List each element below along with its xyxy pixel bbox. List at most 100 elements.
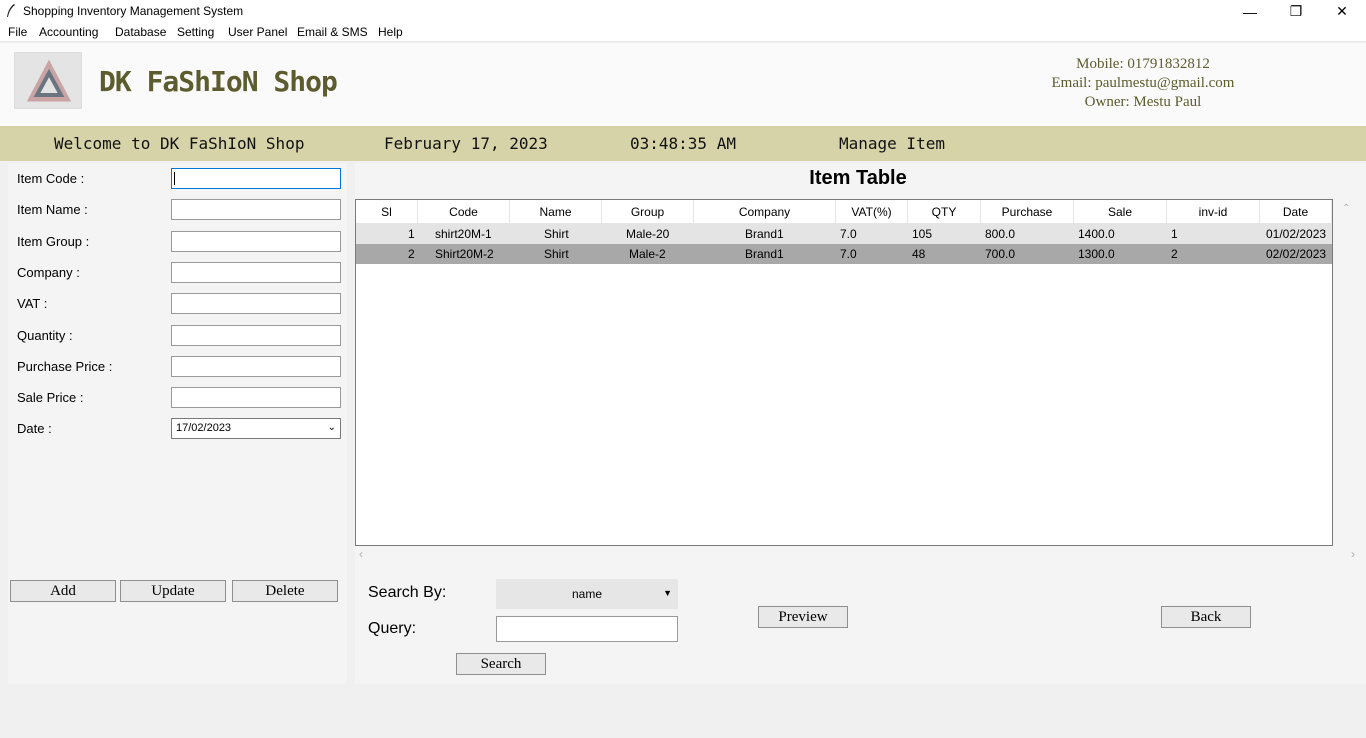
table-cell: Shirt xyxy=(544,227,569,241)
item-table[interactable]: Sl Code Name Group Company VAT(%) QTY Pu… xyxy=(355,199,1333,546)
purchase-price-label: Purchase Price : xyxy=(17,359,113,374)
search-button[interactable]: Search xyxy=(456,653,546,675)
date-picker[interactable]: 17/02/2023 ⌄ xyxy=(171,418,341,439)
company-label: Company : xyxy=(17,265,80,280)
table-cell: 01/02/2023 xyxy=(1266,227,1327,241)
query-label: Query: xyxy=(368,620,417,637)
title-bar: Shopping Inventory Management System — ❐… xyxy=(0,0,1366,23)
search-by-select[interactable]: name ▼ xyxy=(496,579,678,609)
table-cell: Shirt20M-2 xyxy=(435,247,494,261)
email-text: Email: paulmestu@gmail.com xyxy=(1051,75,1235,91)
vat-input[interactable] xyxy=(171,293,341,314)
window-title: Shopping Inventory Management System xyxy=(23,4,244,18)
owner-text: Owner: Mestu Paul xyxy=(1084,94,1202,110)
table-cell: Brand1 xyxy=(745,227,784,241)
dropdown-arrow-icon: ▼ xyxy=(663,588,672,598)
table-cell: 02/02/2023 xyxy=(1266,247,1327,261)
info-bar: Welcome to DK FaShIoN Shop February 17, … xyxy=(0,126,1366,161)
menu-database[interactable]: Database xyxy=(115,25,166,39)
back-button[interactable]: Back xyxy=(1161,606,1251,628)
mobile-text: Mobile: 01791832812 xyxy=(1076,56,1210,72)
restore-button[interactable]: ❐ xyxy=(1273,0,1319,23)
table-cell: shirt20M-1 xyxy=(435,227,492,241)
sale-price-input[interactable] xyxy=(171,387,341,408)
chevron-down-icon: ⌄ xyxy=(327,422,336,433)
column-header[interactable]: Sl xyxy=(356,200,418,224)
table-cell: 7.0 xyxy=(840,247,857,261)
table-cell: 2 xyxy=(1171,247,1178,261)
column-header[interactable]: QTY xyxy=(908,200,981,224)
update-button[interactable]: Update xyxy=(120,580,226,602)
purchase-price-input[interactable] xyxy=(171,356,341,377)
table-cell: 1300.0 xyxy=(1078,247,1115,261)
item-name-label: Item Name : xyxy=(17,202,88,217)
table-cell: 700.0 xyxy=(985,247,1016,261)
table-cell: 7.0 xyxy=(840,227,857,241)
horizontal-scrollbar[interactable]: ‹ › xyxy=(355,547,1361,561)
column-header[interactable]: Date xyxy=(1260,200,1332,224)
contact-info: Mobile: 01791832812 Email: paulmestu@gma… xyxy=(1013,55,1273,112)
triangle-logo-icon xyxy=(26,59,72,102)
menu-accounting[interactable]: Accounting xyxy=(39,25,98,39)
table-row[interactable]: 2 Shirt20M-2 Shirt Male-2 Brand1 7.0 48 … xyxy=(356,244,1332,264)
query-input[interactable] xyxy=(496,616,678,642)
table-cell: 48 xyxy=(912,247,926,261)
add-button[interactable]: Add xyxy=(10,580,116,602)
menu-file[interactable]: File xyxy=(8,25,27,39)
column-header[interactable]: Name xyxy=(510,200,602,224)
menu-help[interactable]: Help xyxy=(378,25,403,39)
table-cell: Male-20 xyxy=(626,227,670,241)
table-cell: 1400.0 xyxy=(1078,227,1115,241)
table-cell: 105 xyxy=(912,227,933,241)
table-cell: Brand1 xyxy=(745,247,784,261)
item-code-label: Item Code : xyxy=(17,171,85,186)
window-bottom-area xyxy=(0,684,1366,738)
item-group-label: Item Group : xyxy=(17,234,90,249)
welcome-text: Welcome to DK FaShIoN Shop xyxy=(54,134,305,153)
date-label: Date : xyxy=(17,421,52,436)
table-cell: 1 xyxy=(1171,227,1178,241)
column-header[interactable]: VAT(%) xyxy=(836,200,908,224)
shop-name: DK FaShIoN Shop xyxy=(99,65,338,98)
item-group-input[interactable] xyxy=(171,231,341,252)
close-button[interactable]: ✕ xyxy=(1319,0,1365,23)
preview-button[interactable]: Preview xyxy=(758,606,848,628)
delete-button[interactable]: Delete xyxy=(232,580,338,602)
menu-bar: File Accounting Database Setting User Pa… xyxy=(0,23,1366,42)
item-code-input[interactable] xyxy=(171,168,341,189)
quantity-input[interactable] xyxy=(171,325,341,346)
column-header[interactable]: Code xyxy=(418,200,510,224)
sale-price-label: Sale Price : xyxy=(17,390,84,405)
header: DK FaShIoN Shop Mobile: 01791832812 Emai… xyxy=(0,43,1366,126)
column-header[interactable]: Sale xyxy=(1074,200,1167,224)
vat-label: VAT : xyxy=(17,296,48,311)
item-name-input[interactable] xyxy=(171,199,341,220)
table-cell: Male-2 xyxy=(629,247,666,261)
section-title: Manage Item xyxy=(839,134,945,153)
table-row[interactable]: 1 shirt20M-1 Shirt Male-20 Brand1 7.0 10… xyxy=(356,224,1332,244)
minimize-button[interactable]: — xyxy=(1227,0,1273,23)
search-by-value: name xyxy=(571,587,603,601)
column-header[interactable]: inv-id xyxy=(1167,200,1260,224)
quantity-label: Quantity : xyxy=(17,328,73,343)
search-by-label: Search By: xyxy=(368,584,447,601)
table-header: Sl Code Name Group Company VAT(%) QTY Pu… xyxy=(356,200,1332,224)
column-header[interactable]: Group xyxy=(602,200,694,224)
scroll-left-arrow-icon[interactable]: ‹ xyxy=(359,547,363,561)
feather-icon xyxy=(7,4,15,17)
scroll-up-arrow-icon[interactable]: ⌃ xyxy=(1342,203,1350,214)
column-header[interactable]: Purchase xyxy=(981,200,1074,224)
menu-setting[interactable]: Setting xyxy=(177,25,214,39)
table-cell: Shirt xyxy=(544,247,569,261)
scroll-right-arrow-icon[interactable]: › xyxy=(1351,547,1355,561)
menu-user-panel[interactable]: User Panel xyxy=(228,25,287,39)
table-title: Item Table xyxy=(809,167,907,189)
table-cell: 800.0 xyxy=(985,227,1016,241)
text-caret xyxy=(174,172,175,185)
item-table-panel: Item Table Sl Code Name Group Company VA… xyxy=(355,163,1366,684)
current-date: February 17, 2023 xyxy=(384,134,548,153)
table-cell: 2 xyxy=(408,247,415,261)
menu-email-sms[interactable]: Email & SMS xyxy=(297,25,368,39)
company-input[interactable] xyxy=(171,262,341,283)
column-header[interactable]: Company xyxy=(694,200,836,224)
